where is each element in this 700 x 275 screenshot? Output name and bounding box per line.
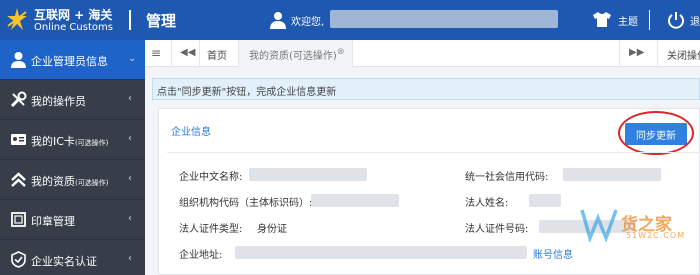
id-number-label: 法人证件号码: — [465, 224, 529, 235]
sidebar-item-ic-card[interactable]: 我的IC卡(可选操作) ‹ — [0, 120, 145, 160]
tools-icon — [10, 91, 27, 108]
theme-button[interactable]: 主题 — [618, 13, 638, 28]
user-icon — [270, 12, 286, 29]
logo[interactable]: 互联网 + 海关 Online Customs — [4, 4, 142, 36]
divider — [619, 40, 620, 67]
stamp-icon — [11, 212, 26, 227]
power-icon[interactable] — [667, 11, 685, 29]
company-cn-name-label: 企业中文名称: — [179, 172, 243, 183]
scroll-right-icon[interactable]: ▶▶ — [629, 47, 644, 58]
info-hint: 点击"同步更新"按钮，完成企业信息更新 — [152, 78, 700, 100]
id-type-value: 身份证 — [257, 224, 287, 235]
sidebar-item-admin-info[interactable]: 企业管理员信息 ⌄ — [0, 40, 145, 80]
account-info-link[interactable]: 账号信息 — [533, 246, 573, 261]
divider — [167, 152, 700, 153]
hint-text: 点击"同步更新"按钮，完成企业信息更新 — [157, 87, 337, 98]
id-card-icon — [11, 134, 26, 145]
scroll-left-icon[interactable]: ◀◀ — [180, 47, 195, 58]
top-navbar: 互联网 + 海关 Online Customs 管理 欢迎您, 主题 退 — [0, 0, 700, 40]
menu-toggle-icon[interactable]: ≡ — [151, 46, 161, 60]
chevron-down-icon: ⌄ — [128, 53, 137, 64]
sidebar-item-label: 企业管理员信息 — [31, 55, 108, 68]
sync-update-button[interactable]: 同步更新 — [625, 123, 687, 145]
chevrons-up-icon — [11, 172, 26, 187]
logo-subtitle: Online Customs — [34, 22, 113, 33]
shield-check-icon — [11, 251, 26, 268]
tab-bar: ≡ ◀◀ 首页 我的资质(可选操作) ⊗ ▶▶ 关闭操作 — [145, 40, 700, 67]
org-code-label: 组织机构代码（主体标识码）: — [179, 198, 313, 209]
legal-name-label: 法人姓名: — [465, 198, 509, 209]
divider — [657, 40, 658, 67]
sidebar-item-real-name-auth[interactable]: 企业实名认证 ‹ — [0, 240, 145, 275]
sidebar-item-label: 我的资质(可选操作) — [31, 175, 109, 188]
username-redacted — [330, 10, 558, 28]
id-number-value-redacted — [539, 220, 635, 233]
credit-code-value-redacted — [563, 168, 661, 181]
page-title: 管理 — [146, 12, 177, 30]
chevron-left-icon: ‹ — [128, 213, 132, 224]
close-operations-button[interactable]: 关闭操作 — [667, 47, 700, 62]
sidebar-item-label: 企业实名认证 — [31, 255, 97, 268]
divider — [199, 40, 200, 67]
address-value-redacted — [235, 246, 527, 259]
logo-title: 互联网 + 海关 — [34, 8, 113, 22]
sidebar-item-seal-management[interactable]: 印章管理 ‹ — [0, 200, 145, 240]
divider — [649, 10, 650, 30]
close-icon[interactable]: ⊗ — [337, 47, 345, 57]
sidebar-item-label: 我的IC卡(可选操作) — [31, 135, 109, 148]
user-icon — [11, 52, 26, 68]
chevron-left-icon: ‹ — [128, 93, 132, 104]
chevron-left-icon: ‹ — [128, 253, 132, 264]
divider — [129, 10, 131, 30]
customs-emblem-icon — [7, 8, 27, 30]
tab-qualification[interactable]: 我的资质(可选操作) — [238, 40, 353, 67]
company-cn-name-value-redacted — [249, 168, 367, 181]
welcome-text: 欢迎您, — [291, 17, 325, 28]
theme-shirt-icon[interactable] — [592, 11, 612, 28]
chevron-left-icon: ‹ — [128, 133, 132, 144]
sidebar-item-qualification[interactable]: 我的资质(可选操作) ‹ — [0, 160, 145, 200]
panel-title: 企业信息 — [171, 127, 211, 138]
tab-home[interactable]: 首页 — [207, 47, 227, 62]
credit-code-label: 统一社会信用代码: — [465, 172, 549, 183]
legal-name-value-redacted — [529, 194, 561, 207]
chevron-left-icon: ‹ — [128, 173, 132, 184]
address-label: 企业地址: — [179, 250, 223, 261]
sidebar-item-operators[interactable]: 我的操作员 ‹ — [0, 80, 145, 120]
id-type-label: 法人证件类型: — [179, 224, 243, 235]
divider — [171, 40, 172, 67]
tab-label: 我的资质(可选操作) — [249, 51, 337, 62]
org-code-value-redacted — [311, 194, 399, 207]
sidebar: 企业管理员信息 ⌄ 我的操作员 ‹ 我的IC卡(可选操作) ‹ 我的资质(可选操… — [0, 40, 145, 275]
sidebar-item-label: 印章管理 — [31, 215, 75, 228]
logout-button[interactable]: 退 — [690, 13, 700, 28]
sidebar-item-label: 我的操作员 — [31, 95, 86, 108]
company-info-panel: 企业信息 同步更新 企业中文名称: 统一社会信用代码: 组织机构代码（主体标识码… — [158, 108, 700, 275]
